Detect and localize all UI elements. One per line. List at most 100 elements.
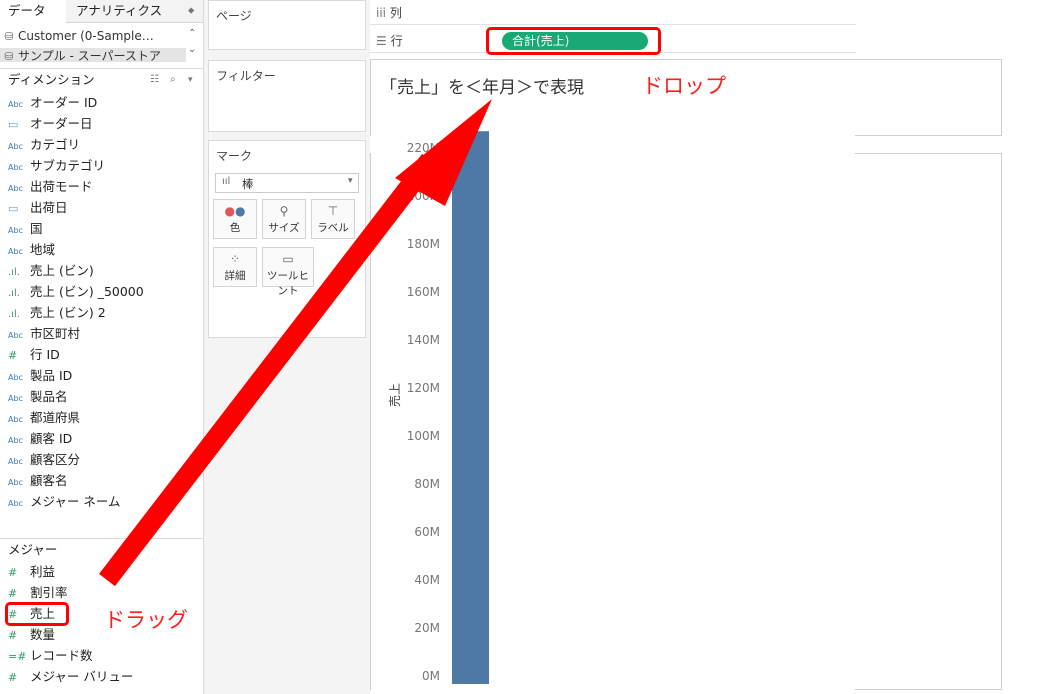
- bin-type-icon: .ıl.: [8, 267, 20, 278]
- dimension-field[interactable]: Abc 市区町村: [0, 323, 200, 344]
- y-tick-label: 80M: [414, 477, 440, 491]
- detail-icon: ⁘: [229, 252, 241, 266]
- dimension-field[interactable]: ▭ 出荷日: [0, 197, 200, 218]
- dimension-field[interactable]: ▭ オーダー日: [0, 113, 200, 134]
- number-type-icon: =#: [8, 650, 27, 663]
- dimension-field[interactable]: Abc サブカテゴリ: [0, 155, 200, 176]
- viz-title: 「売上」を＜年月＞で表現: [380, 78, 584, 98]
- search-icon[interactable]: ⌕: [170, 69, 176, 91]
- y-tick-label: 220M: [407, 141, 440, 155]
- pages-card[interactable]: ページ: [208, 0, 366, 50]
- database-icon: ⛁: [4, 30, 14, 43]
- bar[interactable]: [452, 131, 489, 684]
- tooltip-button[interactable]: ▭ ツールヒント: [262, 247, 314, 297]
- size-button[interactable]: ⚲ サイズ: [262, 199, 306, 239]
- dimension-field[interactable]: .ıl. 売上 (ビン) _50000: [0, 281, 200, 302]
- drop-annotation: ドロップ: [642, 74, 726, 98]
- dimension-field[interactable]: Abc 顧客区分: [0, 449, 200, 470]
- filters-card[interactable]: フィルター: [208, 60, 366, 132]
- dimension-field[interactable]: Abc 製品 ID: [0, 365, 200, 386]
- dropdown-icon[interactable]: ▾: [188, 69, 193, 91]
- measure-field[interactable]: # メジャー バリュー: [0, 666, 200, 687]
- string-type-icon: Abc: [8, 100, 23, 109]
- datasource-icon: ⛁: [4, 50, 14, 62]
- dimension-field[interactable]: Abc 国: [0, 218, 200, 239]
- string-type-icon: Abc: [8, 163, 23, 172]
- color-icon: ●●: [224, 204, 246, 218]
- dimension-field[interactable]: Abc 出荷モード: [0, 176, 200, 197]
- date-type-icon: ▭: [8, 118, 19, 131]
- mark-type-select[interactable]: ııl 棒 ▾: [215, 173, 359, 193]
- measure-field[interactable]: # 割引率: [0, 582, 200, 603]
- bars: [452, 131, 489, 684]
- dimension-field[interactable]: Abc 製品名: [0, 386, 200, 407]
- measure-field[interactable]: =# レコード数: [0, 645, 200, 666]
- string-type-icon: Abc: [8, 394, 23, 403]
- number-type-icon: #: [8, 587, 18, 600]
- dimension-field[interactable]: Abc 顧客名: [0, 470, 200, 491]
- number-type-icon: #: [8, 671, 18, 684]
- bar-chart-icon: ııl: [222, 176, 231, 187]
- string-type-icon: Abc: [8, 373, 23, 382]
- size-icon: ⚲: [279, 204, 289, 218]
- filters-title: フィルター: [216, 69, 276, 83]
- string-type-icon: Abc: [8, 415, 23, 424]
- string-type-icon: Abc: [8, 457, 23, 466]
- bin-type-icon: .ıl.: [8, 309, 20, 320]
- dimension-field[interactable]: .ıl. 売上 (ビン) 2: [0, 302, 200, 323]
- marks-title: マーク: [216, 149, 253, 163]
- detail-button[interactable]: ⁘ 詳細: [213, 247, 257, 287]
- label-button[interactable]: ⊤ ラベル: [311, 199, 355, 239]
- columns-shelf[interactable]: iii 列: [370, 0, 856, 25]
- measure-field[interactable]: # 利益: [0, 561, 200, 582]
- string-type-icon: Abc: [8, 184, 23, 193]
- drag-annotation: ドラッグ: [104, 608, 188, 632]
- y-tick-label: 60M: [414, 525, 440, 539]
- tab-analytics[interactable]: アナリティクス: [66, 0, 200, 22]
- string-type-icon: Abc: [8, 331, 23, 340]
- string-type-icon: Abc: [8, 499, 23, 508]
- tooltip-icon: ▭: [282, 252, 294, 266]
- y-tick-label: 40M: [414, 573, 440, 587]
- data-pane: データ アナリティクス ⬥ ⛁ Customer (0-Sample… ⛁ サンプル…: [0, 0, 204, 694]
- dimension-field[interactable]: Abc 顧客 ID: [0, 428, 200, 449]
- datasource-superstore[interactable]: ⛁ サンプル - スーパーストア: [0, 48, 186, 62]
- pane-menu-icon[interactable]: ⬥: [188, 0, 202, 22]
- view-toggle-icon[interactable]: ☷: [150, 69, 159, 91]
- y-tick-label: 140M: [407, 333, 440, 347]
- y-axis-label: 売上: [387, 383, 402, 407]
- number-type-icon: #: [8, 349, 18, 362]
- bin-type-icon: .ıl.: [8, 288, 20, 299]
- scroll-down-icon[interactable]: ⌄: [188, 44, 196, 55]
- measures-header: メジャー: [0, 538, 203, 561]
- number-type-icon: #: [8, 629, 18, 642]
- string-type-icon: Abc: [8, 478, 23, 487]
- string-type-icon: Abc: [8, 247, 23, 256]
- dimension-field[interactable]: Abc オーダー ID: [0, 92, 200, 113]
- y-tick-label: 160M: [407, 285, 440, 299]
- string-type-icon: Abc: [8, 436, 23, 445]
- dimension-field[interactable]: Abc メジャー ネーム: [0, 491, 200, 512]
- y-tick-label: 120M: [407, 381, 440, 395]
- string-type-icon: Abc: [8, 226, 23, 235]
- rows-label: ☰ 行: [376, 34, 403, 48]
- tab-data[interactable]: データ: [0, 0, 66, 23]
- dimensions-header: ディメンション ☷ ⌕ ▾: [0, 68, 203, 91]
- columns-label: iii 列: [376, 6, 402, 20]
- dimension-field[interactable]: # 行 ID: [0, 344, 200, 365]
- color-button[interactable]: ●● 色: [213, 199, 257, 239]
- row-pill-sum-sales[interactable]: 合計(売上): [502, 32, 648, 50]
- pane-tabs: データ アナリティクス ⬥: [0, 0, 203, 23]
- date-type-icon: ▭: [8, 202, 19, 215]
- label-icon: ⊤: [327, 204, 339, 218]
- dimension-field[interactable]: Abc カテゴリ: [0, 134, 200, 155]
- y-tick-label: 180M: [407, 237, 440, 251]
- marks-card: マーク ııl 棒 ▾ ●● 色 ⚲ サイズ ⊤ ラベル ⁘ 詳細 ▭ ツールヒ…: [208, 140, 366, 338]
- dimension-field[interactable]: Abc 都道府県: [0, 407, 200, 428]
- string-type-icon: Abc: [8, 142, 23, 151]
- scroll-up-icon[interactable]: ⌃: [188, 28, 196, 39]
- dimension-field[interactable]: .ıl. 売上 (ビン): [0, 260, 200, 281]
- dimension-field[interactable]: Abc 地域: [0, 239, 200, 260]
- rows-icon: ☰: [376, 34, 387, 48]
- datasource-customer[interactable]: ⛁ Customer (0-Sample…: [0, 27, 186, 46]
